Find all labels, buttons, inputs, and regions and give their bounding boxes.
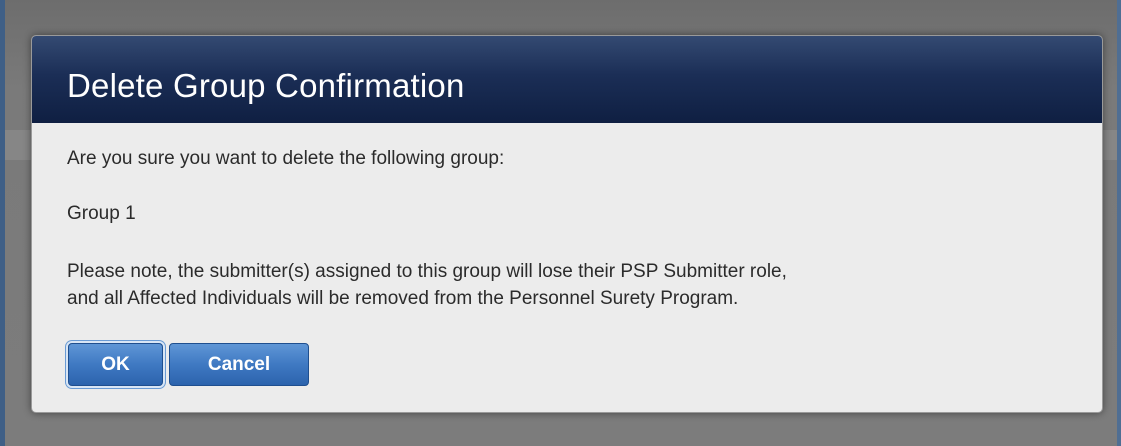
- warning-note: Please note, the submitter(s) assigned t…: [67, 258, 787, 312]
- warning-note-line-1: Please note, the submitter(s) assigned t…: [67, 261, 787, 282]
- dialog-title: Delete Group Confirmation: [67, 67, 465, 104]
- group-name: Group 1: [67, 203, 136, 224]
- delete-group-dialog: Delete Group Confirmation Are you sure y…: [31, 35, 1103, 413]
- cancel-button[interactable]: Cancel: [169, 343, 309, 386]
- dialog-header: Delete Group Confirmation: [32, 36, 1102, 123]
- overlay-edge-left: [0, 0, 5, 446]
- confirmation-question: Are you sure you want to delete the foll…: [67, 148, 505, 169]
- overlay-edge-right: [1117, 0, 1121, 446]
- ok-button[interactable]: OK: [68, 343, 163, 386]
- warning-note-line-2: and all Affected Individuals will be rem…: [67, 288, 739, 309]
